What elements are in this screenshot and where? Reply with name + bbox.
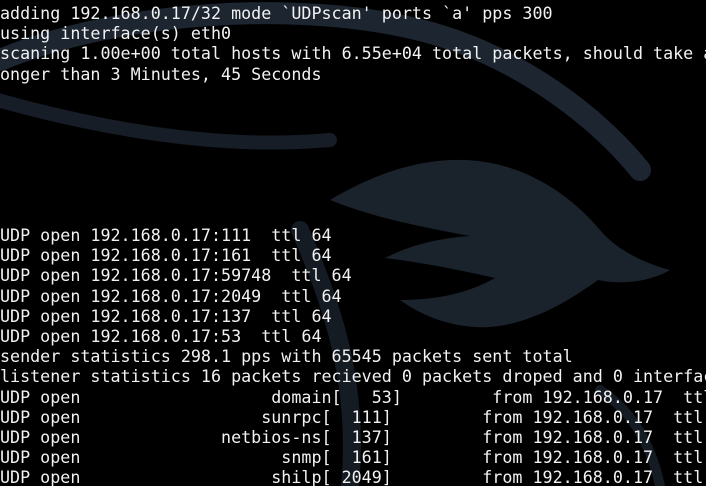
port-result-line: UDP open 192.168.0.17:161 ttl 64 bbox=[0, 245, 332, 266]
output-line: scaning 1.00e+00 total hosts with 6.55e+… bbox=[0, 43, 706, 64]
port-result-line: UDP open 192.168.0.17:59748 ttl 64 bbox=[0, 265, 352, 286]
blank-line bbox=[0, 185, 706, 205]
blank-line bbox=[0, 165, 706, 185]
terminal-window[interactable]: adding 192.168.0.17/32 mode `UDPscan' po… bbox=[0, 0, 706, 486]
output-line: using interface(s) eth0 bbox=[0, 23, 232, 44]
output-line: onger than 3 Minutes, 45 Seconds bbox=[0, 63, 322, 84]
service-result-line: UDP open netbios-ns[ 137] from 192.168.0… bbox=[0, 426, 706, 447]
blank-line bbox=[0, 124, 706, 144]
blank-line bbox=[0, 104, 706, 124]
listener-statistics-line: listener statistics 16 packets recieved … bbox=[0, 366, 706, 387]
blank-line bbox=[0, 84, 706, 104]
sender-statistics-line: sender statistics 298.1 pps with 65545 p… bbox=[0, 346, 573, 367]
service-result-line: UDP open snmp[ 161] from 192.168.0.17 tt… bbox=[0, 447, 706, 468]
port-result-line: UDP open 192.168.0.17:53 ttl 64 bbox=[0, 326, 322, 346]
output-line: adding 192.168.0.17/32 mode `UDPscan' po… bbox=[0, 3, 553, 23]
blank-line bbox=[0, 205, 706, 225]
terminal-output: adding 192.168.0.17/32 mode `UDPscan' po… bbox=[0, 3, 706, 486]
service-result-line: UDP open sunrpc[ 111] from 192.168.0.17 … bbox=[0, 406, 706, 427]
service-result-line: UDP open shilp[ 2049] from 192.168.0.17 … bbox=[0, 467, 706, 486]
port-result-line: UDP open 192.168.0.17:137 ttl 64 bbox=[0, 305, 332, 326]
blank-line bbox=[0, 144, 706, 164]
port-result-line: UDP open 192.168.0.17:2049 ttl 64 bbox=[0, 285, 342, 306]
port-result-line: UDP open 192.168.0.17:111 ttl 64 bbox=[0, 225, 332, 246]
service-result-line: UDP open domain[ 53] from 192.168.0.17 t… bbox=[0, 386, 706, 407]
